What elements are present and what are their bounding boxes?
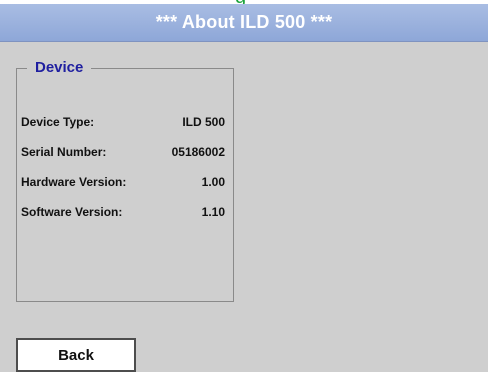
serial-number-value: 05186002 [171, 145, 225, 159]
hardware-version-value: 1.00 [201, 175, 225, 189]
window-titlebar: *** About ILD 500 *** [0, 4, 488, 42]
software-version-row: Software Version: 1.10 [21, 205, 231, 223]
software-version-label: Software Version: [21, 205, 123, 219]
device-type-row: Device Type: ILD 500 [21, 115, 231, 133]
window-title: *** About ILD 500 *** [155, 12, 333, 32]
hardware-version-label: Hardware Version: [21, 175, 127, 189]
back-button[interactable]: Back [16, 338, 136, 372]
about-screen: Device Device Type: ILD 500 Serial Numbe… [0, 42, 488, 372]
serial-number-label: Serial Number: [21, 145, 107, 159]
device-info-group: Device Device Type: ILD 500 Serial Numbe… [16, 58, 234, 302]
device-group-legend: Device [27, 58, 92, 78]
device-type-value: ILD 500 [182, 115, 225, 129]
serial-number-row: Serial Number: 05186002 [21, 145, 231, 163]
hardware-version-row: Hardware Version: 1.00 [21, 175, 231, 193]
software-version-value: 1.10 [201, 205, 225, 219]
device-type-label: Device Type: [21, 115, 95, 129]
